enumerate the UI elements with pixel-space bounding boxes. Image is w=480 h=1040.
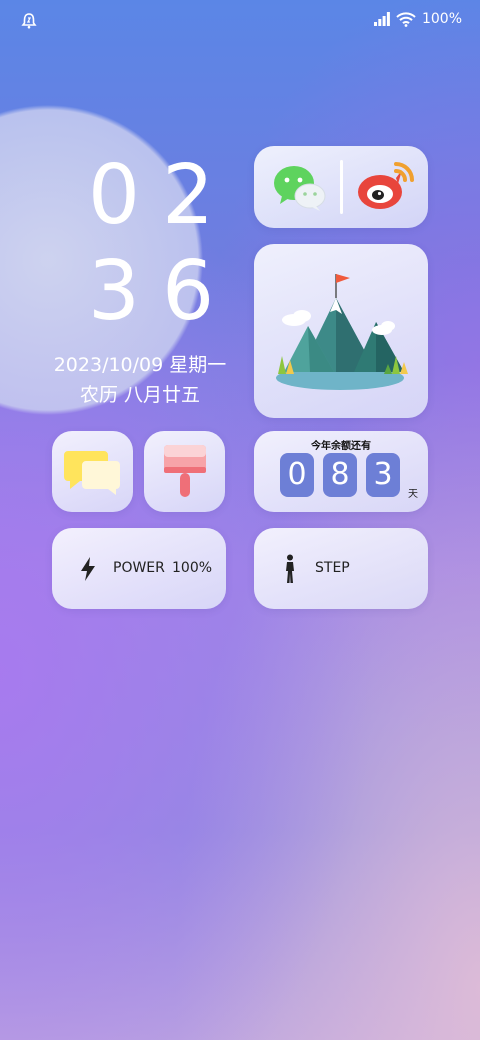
step-label: STEP [315, 560, 350, 576]
status-right: 100% [373, 11, 462, 27]
sticky-note-icon [64, 451, 120, 495]
status-bar: 100% [0, 0, 480, 42]
signal-icon [373, 12, 390, 26]
cleaner-brush-icon [164, 445, 206, 497]
year-remaining-widget[interactable]: 今年余额还有 0 8 3 天 [254, 431, 428, 512]
cleaner-shortcut[interactable] [144, 431, 225, 512]
remaining-digit: 3 [366, 453, 400, 497]
date-gregorian: 2023/10/09 星期一 [53, 354, 227, 376]
walking-person-icon [286, 554, 294, 583]
remaining-digit: 0 [280, 453, 314, 497]
date-widget[interactable]: 2023/10/09 星期一 农历 八月廿五 [40, 350, 240, 410]
year-remaining-title: 今年余额还有 [311, 441, 371, 452]
sticky-note-shortcut[interactable] [52, 431, 133, 512]
clock-hour: 02 [87, 148, 237, 243]
remaining-digit: 8 [323, 453, 357, 497]
apps-divider [340, 160, 343, 214]
power-label: POWER [113, 560, 165, 576]
clock-widget[interactable]: 02 36 [60, 148, 250, 340]
step-widget[interactable]: STEP [254, 528, 428, 609]
mountain-illustration [276, 274, 408, 390]
notification-bell-icon [21, 13, 37, 29]
battery-percentage: 100% [421, 11, 462, 27]
photo-widget[interactable] [254, 244, 428, 418]
wechat-icon[interactable] [272, 164, 328, 212]
clock-minute: 36 [87, 244, 237, 339]
wifi-icon [396, 11, 416, 27]
lightning-icon [81, 557, 95, 581]
remaining-unit: 天 [408, 489, 418, 500]
weibo-icon[interactable] [356, 160, 416, 212]
date-lunar: 农历 八月廿五 [79, 384, 201, 406]
power-value: 100% [172, 560, 213, 576]
power-widget[interactable]: POWER 100% [52, 528, 226, 609]
apps-widget [254, 146, 428, 228]
